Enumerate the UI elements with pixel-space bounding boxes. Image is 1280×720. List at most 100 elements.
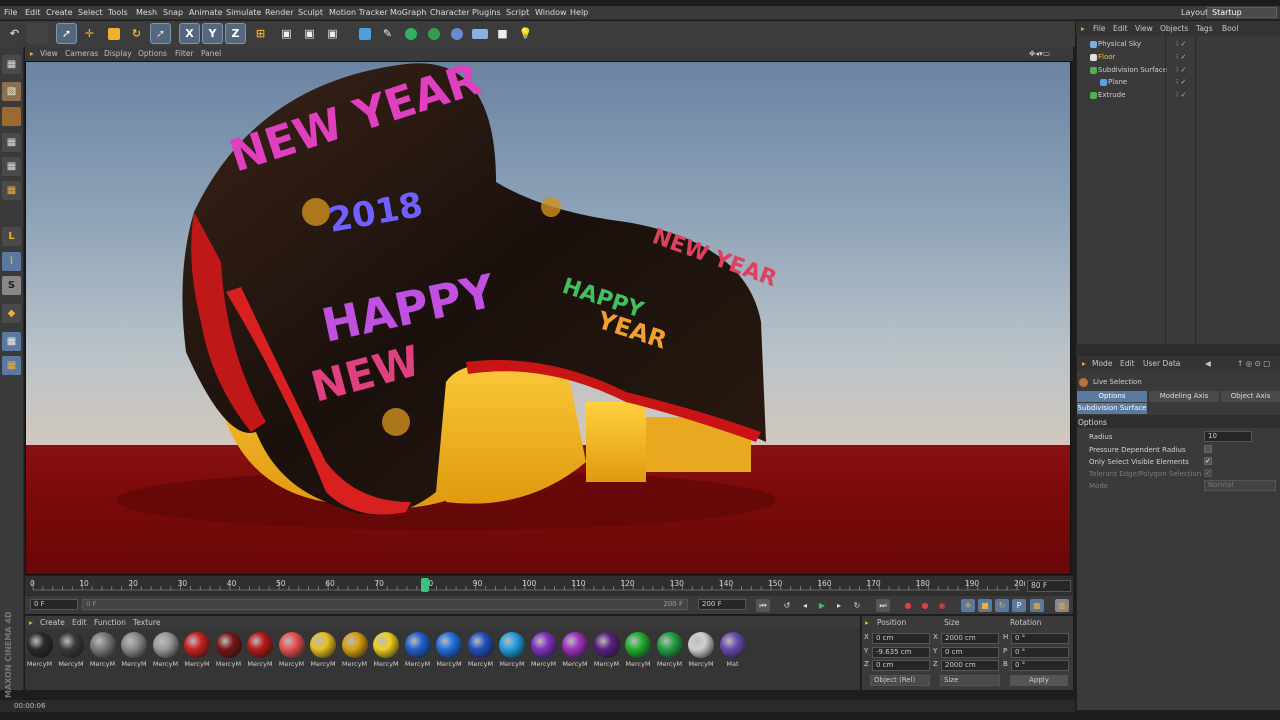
start-frame-field[interactable]: 0 F (30, 599, 78, 610)
visibility-check-icon[interactable]: ⁝ ✓ (1176, 66, 1186, 74)
object-name[interactable]: Plane (1108, 78, 1127, 86)
z-axis-icon[interactable]: Z (225, 23, 246, 44)
workplane-lock-icon[interactable]: ▦ (2, 332, 21, 351)
rotation-key-icon[interactable]: ↻ (995, 599, 1009, 612)
material-swatch[interactable]: MercyM (529, 632, 558, 670)
object-menu-file[interactable]: File (1093, 24, 1106, 33)
menu-snap[interactable]: Snap (163, 8, 183, 17)
redo-icon[interactable] (27, 23, 48, 44)
menu-file[interactable]: File (4, 8, 17, 17)
material-menu-edit[interactable]: Edit (72, 618, 87, 627)
menu-tools[interactable]: Tools (108, 8, 128, 17)
material-swatch[interactable]: MercyM (57, 632, 86, 670)
object-name[interactable]: Extrude (1098, 91, 1125, 99)
menu-animate[interactable]: Animate (189, 8, 223, 17)
object-name[interactable]: Floor (1098, 53, 1115, 61)
menu-create[interactable]: Create (46, 8, 73, 17)
material-swatch[interactable]: MercyM (561, 632, 590, 670)
viewport-menu-filter[interactable]: Filter (175, 49, 194, 58)
autokey-icon[interactable]: ● (918, 599, 932, 612)
object-menu-objects[interactable]: Objects (1160, 24, 1188, 33)
menu-select[interactable]: Select (78, 8, 103, 17)
coordinate-mode-select[interactable]: Object (Rel) (870, 675, 930, 686)
scale-tool-icon[interactable] (103, 23, 124, 44)
material-swatch[interactable]: MercyM (466, 632, 495, 670)
go-to-end-icon[interactable]: ⏭ (876, 599, 890, 612)
axis-mode-icon[interactable]: L (2, 227, 21, 246)
viewport-menu-panel[interactable]: Panel (201, 49, 221, 58)
3d-viewport[interactable]: NEW YEAR 2018 HAPPY NEW NEW YEAR HAPPY Y… (25, 61, 1071, 575)
menu-character[interactable]: Character (430, 8, 470, 17)
viewport-panel-icon[interactable]: ▸ (30, 49, 34, 58)
material-swatch[interactable]: MercyM (214, 632, 243, 670)
viewport-menu-view[interactable]: View (40, 49, 58, 58)
object-menu-view[interactable]: View (1135, 24, 1153, 33)
object-name[interactable]: Subdivision Surface (1098, 66, 1167, 74)
position-field[interactable]: 0 cm (872, 633, 930, 644)
material-swatch[interactable]: MercyM (246, 632, 275, 670)
menu-plugins[interactable]: Plugins (472, 8, 501, 17)
rotation-field[interactable]: 0 ° (1011, 633, 1069, 644)
object-row[interactable]: Extrude ⁝ ✓ (1078, 90, 1278, 102)
material-swatch[interactable]: MercyM (120, 632, 149, 670)
nav-arrows-icon[interactable]: ↑ ◎ ⊙ ▢ (1237, 359, 1270, 368)
apply-button[interactable]: Apply (1010, 675, 1068, 686)
prev-key-icon[interactable]: ◂ (798, 599, 812, 612)
material-swatch[interactable]: MercyM (340, 632, 369, 670)
rotate-tool-icon[interactable]: ↻ (126, 23, 147, 44)
playhead-marker[interactable] (421, 578, 429, 592)
material-menu-texture[interactable]: Texture (133, 618, 160, 627)
menu-window[interactable]: Window (535, 8, 567, 17)
subdivision-icon[interactable] (400, 23, 421, 44)
viewport-menu-cameras[interactable]: Cameras (65, 49, 98, 58)
texture-mode-icon[interactable] (2, 107, 21, 126)
size-mode-select[interactable]: Size (940, 675, 1000, 686)
tweak-mode-icon[interactable]: ⌇ (2, 252, 21, 271)
object-row[interactable]: Plane ⁝ ✓ (1078, 77, 1278, 89)
material-swatch[interactable]: MercyM (183, 632, 212, 670)
snap-icon[interactable]: S (2, 276, 21, 295)
param-key-icon[interactable]: P (1012, 599, 1026, 612)
object-panel-icon[interactable]: ▸ (1081, 24, 1085, 33)
step-forward-icon[interactable]: ↻ (850, 599, 864, 612)
make-editable-icon[interactable]: ▦ (2, 55, 21, 74)
viewport-navigation-icon[interactable]: ✥◂▾▭ (1029, 49, 1050, 58)
viewport-menu-options[interactable]: Options (138, 49, 167, 58)
sculpt-icon[interactable]: ◆ (2, 304, 21, 323)
material-menu-create[interactable]: Create (40, 618, 65, 627)
material-swatch[interactable]: MercyM (624, 632, 653, 670)
layout-select[interactable]: Startup (1207, 7, 1277, 18)
size-field[interactable]: 0 cm (941, 646, 999, 658)
end-frame-field[interactable]: 200 F (698, 599, 746, 610)
material-swatch[interactable]: MercyM (25, 632, 54, 670)
material-swatch[interactable]: MercyM (277, 632, 306, 670)
menu-help[interactable]: Help (570, 8, 588, 17)
tab-options[interactable]: Options (1077, 391, 1147, 402)
visibility-check-icon[interactable]: ⁝ ✓ (1176, 40, 1186, 48)
menu-sculpt[interactable]: Sculpt (298, 8, 323, 17)
visibility-check-icon[interactable]: ⁝ ✓ (1176, 91, 1186, 99)
object-name[interactable]: Physical Sky (1098, 40, 1141, 48)
scale-key-icon[interactable]: ■ (978, 599, 992, 612)
attribute-menu-edit[interactable]: Edit (1120, 359, 1135, 368)
material-swatch[interactable]: MercyM (498, 632, 527, 670)
material-swatch[interactable]: MercyM (687, 632, 716, 670)
object-menu-edit[interactable]: Edit (1113, 24, 1128, 33)
y-axis-icon[interactable]: Y (202, 23, 223, 44)
size-field[interactable]: 2000 cm (941, 660, 999, 671)
camera-icon[interactable]: ■ (492, 23, 513, 44)
material-swatch[interactable]: Mat (718, 632, 747, 670)
move-tool-icon[interactable]: ✛ (79, 23, 100, 44)
render-settings-icon[interactable]: ▣ (322, 23, 343, 44)
position-field[interactable]: -9.635 cm (872, 646, 930, 658)
attribute-panel-icon[interactable]: ▸ (1082, 359, 1086, 368)
tab-modeling-axis[interactable]: Modeling Axis (1149, 391, 1219, 402)
menu-simulate[interactable]: Simulate (226, 8, 261, 17)
scheme-icon[interactable]: ▥ (1055, 599, 1069, 612)
material-panel-icon[interactable]: ▸ (29, 618, 33, 627)
visibility-check-icon[interactable]: ⁝ ✓ (1176, 78, 1186, 86)
attribute-menu-mode[interactable]: Mode (1092, 359, 1112, 368)
material-menu-function[interactable]: Function (94, 618, 126, 627)
grid-icon[interactable]: ▦ (2, 356, 21, 375)
object-menu-tags[interactable]: Tags (1196, 24, 1213, 33)
